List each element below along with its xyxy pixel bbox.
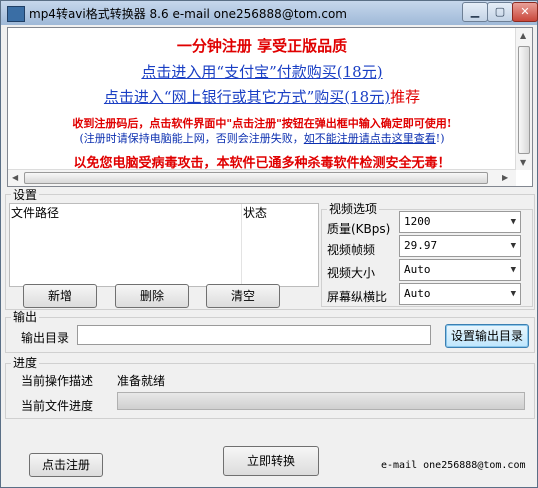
scroll-left-icon[interactable]: ◀ — [12, 173, 18, 182]
size-select[interactable]: Auto ▼ — [399, 259, 521, 281]
register-note-end: !) — [435, 132, 445, 145]
promo-line-bank: 点击进入“网上银行或其它方式”购买(18元)推荐 — [8, 86, 516, 107]
aspect-value: Auto — [404, 287, 431, 300]
quality-value: 1200 — [404, 215, 431, 228]
column-header-status[interactable]: 状态 — [243, 204, 267, 221]
promo-horizontal-scrollbar[interactable]: ◀ ▶ — [8, 169, 516, 186]
size-value: Auto — [404, 263, 431, 276]
chevron-down-icon[interactable]: ▼ — [511, 212, 516, 232]
promo-content: 一分钟注册 享受正版品质 点击进入用“支付宝”付款购买(18元) 点击进入“网上… — [8, 28, 516, 171]
maximize-button[interactable]: ▢ — [487, 2, 513, 22]
column-divider — [241, 204, 242, 286]
output-group-label: 输出 — [11, 310, 40, 324]
progress-group-label: 进度 — [11, 356, 40, 370]
bank-purchase-link[interactable]: 点击进入“网上银行或其它方式”购买(18元) — [104, 88, 390, 106]
scroll-right-icon[interactable]: ▶ — [502, 173, 508, 182]
scroll-down-icon[interactable]: ▼ — [520, 158, 526, 167]
convert-now-button[interactable]: 立即转换 — [223, 446, 319, 476]
register-instructions: 收到注册码后，点击软件界面中"点击注册"按钮在弹出框中输入确定即可使用! — [72, 117, 452, 130]
window-title: mp4转avi格式转换器 8.6 e-mail one256888@tom.co… — [29, 7, 348, 21]
footer-email: e-mail one256888@tom.com — [381, 460, 526, 471]
quality-label: 质量(KBps) — [327, 222, 391, 236]
register-button[interactable]: 点击注册 — [29, 453, 103, 477]
promo-panel: 一分钟注册 享受正版品质 点击进入用“支付宝”付款购买(18元) 点击进入“网上… — [7, 27, 533, 187]
register-note: (注册时请保持电脑能上网，否则会注册失败，如不能注册请点击这里查看!) — [8, 130, 516, 146]
horizontal-scroll-thumb[interactable] — [24, 172, 488, 184]
file-progress-bar — [117, 392, 525, 410]
register-help-link[interactable]: 如不能注册请点击这里查看 — [304, 132, 436, 145]
file-progress-label: 当前文件进度 — [21, 399, 94, 413]
quality-select[interactable]: 1200 ▼ — [399, 211, 521, 233]
fps-value: 29.97 — [404, 239, 438, 252]
fps-label: 视频帧频 — [327, 243, 376, 257]
delete-file-button[interactable]: 删除 — [115, 284, 189, 308]
title-bar[interactable]: mp4转avi格式转换器 8.6 e-mail one256888@tom.co… — [1, 1, 538, 25]
alipay-purchase-link[interactable]: 点击进入用“支付宝”付款购买(18元) — [8, 61, 516, 82]
current-op-value: 准备就绪 — [117, 374, 166, 388]
app-window: mp4转avi格式转换器 8.6 e-mail one256888@tom.co… — [0, 0, 538, 488]
output-dir-input[interactable] — [77, 325, 431, 345]
app-icon — [7, 6, 25, 22]
add-file-button[interactable]: 新增 — [23, 284, 97, 308]
video-options-label: 视频选项 — [327, 202, 380, 216]
aspect-label: 屏幕纵横比 — [327, 290, 388, 304]
minimize-button[interactable]: ▁ — [462, 2, 488, 22]
output-dir-label: 输出目录 — [21, 331, 70, 345]
promo-vertical-scrollbar[interactable]: ▲ ▼ — [515, 28, 532, 170]
promo-headline: 一分钟注册 享受正版品质 — [176, 37, 348, 55]
chevron-down-icon[interactable]: ▼ — [511, 260, 516, 280]
fps-select[interactable]: 29.97 ▼ — [399, 235, 521, 257]
scroll-up-icon[interactable]: ▲ — [520, 31, 526, 40]
chevron-down-icon[interactable]: ▼ — [511, 284, 516, 304]
set-output-dir-button[interactable]: 设置输出目录 — [445, 324, 529, 348]
vertical-scroll-thumb[interactable] — [518, 46, 530, 154]
current-op-label: 当前操作描述 — [21, 374, 94, 388]
size-label: 视频大小 — [327, 266, 376, 280]
close-button[interactable]: ✕ — [512, 2, 538, 22]
register-note-text: (注册时请保持电脑能上网，否则会注册失败， — [79, 132, 304, 145]
recommend-label: 推荐 — [390, 88, 421, 106]
chevron-down-icon[interactable]: ▼ — [511, 236, 516, 256]
settings-group-label: 设置 — [11, 188, 40, 202]
clear-list-button[interactable]: 清空 — [206, 284, 280, 308]
aspect-select[interactable]: Auto ▼ — [399, 283, 521, 305]
column-header-path[interactable]: 文件路径 — [11, 204, 59, 221]
